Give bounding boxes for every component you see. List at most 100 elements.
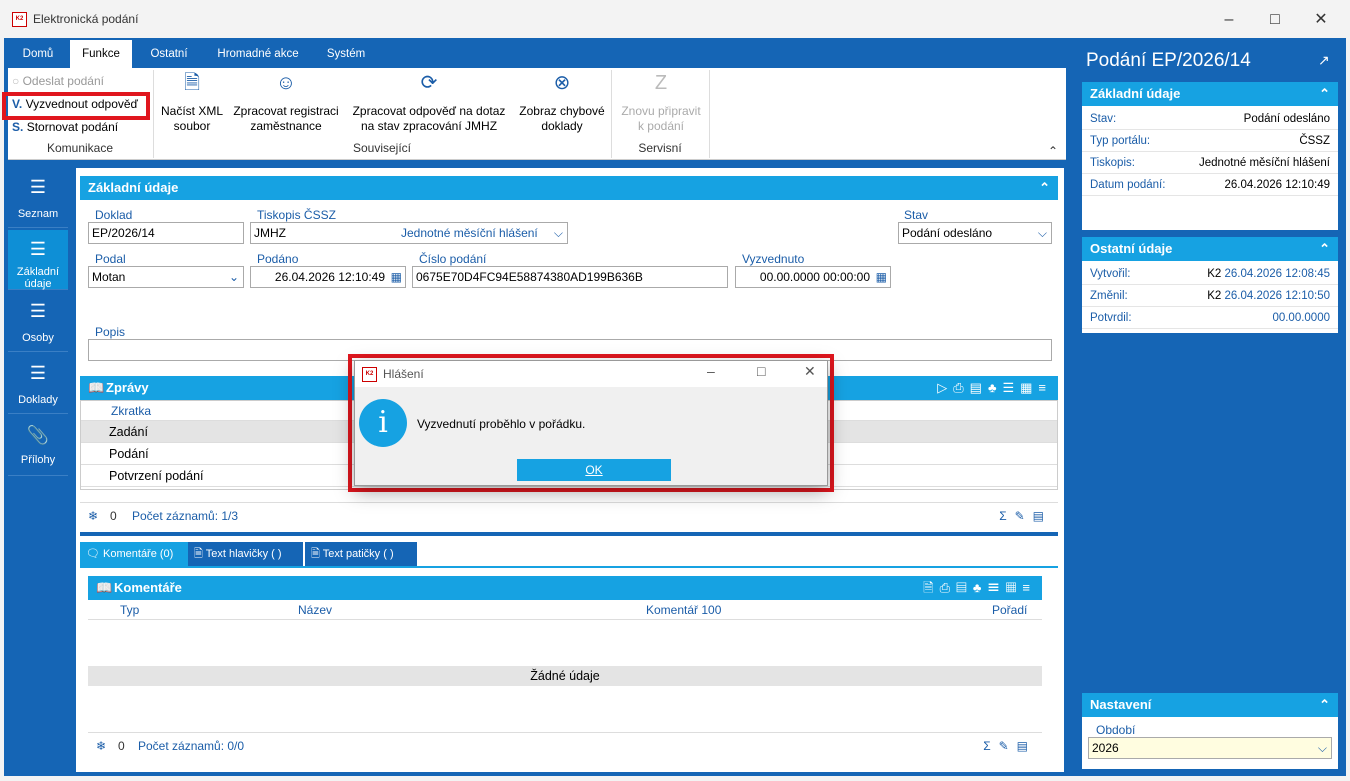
- rp-other-body: Vytvořil: K2 26.04.2026 12:08:45 Změnil: K…: [1082, 261, 1338, 333]
- dialog-maximize-button[interactable]: □: [757, 363, 765, 379]
- calendar-icon[interactable]: ▦: [391, 267, 402, 287]
- podal-label: Podal: [95, 252, 126, 266]
- rp-settings-header: Nastavení ⌃: [1082, 693, 1338, 717]
- podal-select[interactable]: Motan ⌄: [88, 266, 244, 288]
- group-label-komunikace: Komunikace: [46, 141, 114, 155]
- grid-toolbar-icons[interactable]: 🗎⎙▤♣☰▦≡: [923, 576, 1036, 600]
- book-icon: 📖: [96, 580, 113, 595]
- title-bar: [0, 0, 1350, 38]
- document-icon: 🗎: [194, 548, 203, 560]
- empty-data-row: Žádné údaje: [88, 666, 1042, 686]
- rp-row-datum-podani: Datum podání: 26.04.2026 12:10:49: [1082, 174, 1338, 196]
- nav-prilohy[interactable]: 📎 Přílohy: [8, 416, 68, 476]
- snowflake-icon[interactable]: ❄: [96, 733, 106, 759]
- dropdown-icon[interactable]: ⌵: [1318, 738, 1327, 758]
- collapse-icon[interactable]: ⌃: [1319, 693, 1330, 717]
- rp-row-zmenil: Změnil: K2 26.04.2026 12:10:50: [1082, 285, 1338, 307]
- comment-icon: 🗨: [86, 548, 100, 560]
- snowflake-icon[interactable]: ❄: [88, 503, 98, 529]
- dropdown-icon[interactable]: ⌵: [554, 223, 563, 243]
- tab-hromadne-akce[interactable]: Hromadné akce: [206, 40, 310, 68]
- ribbon-separator: [709, 70, 710, 158]
- rp-row-vytvoril: Vytvořil: K2 26.04.2026 12:08:45: [1082, 263, 1338, 285]
- ok-button[interactable]: OK: [517, 459, 671, 481]
- chevron-down-icon[interactable]: ⌄: [229, 267, 239, 287]
- document-icon: 🗎: [311, 548, 320, 560]
- close-button[interactable]: ✕: [1298, 6, 1344, 34]
- info-icon: i: [359, 399, 407, 447]
- error-circle-icon: ⊗: [553, 72, 571, 94]
- stav-select[interactable]: Podání odesláno ⌵: [898, 222, 1052, 244]
- cislo-podani-field[interactable]: 0675E70D4FC94E58874380AD199B636B: [412, 266, 728, 288]
- rp-row-stav: Stav: Podání odesláno: [1082, 108, 1338, 130]
- window-title: Elektronická podání: [33, 12, 139, 26]
- tab-ostatni[interactable]: Ostatní: [136, 40, 202, 68]
- maximize-button[interactable]: □: [1252, 6, 1298, 34]
- collapse-icon[interactable]: ⌃: [1319, 237, 1330, 261]
- dialog-title: Hlášení: [383, 367, 424, 381]
- radio-icon: ○: [12, 74, 20, 88]
- group-label-souvisejici: Související: [352, 141, 412, 155]
- process-registration-button[interactable]: ☺ Zpracovat registraci zaměstnance: [230, 73, 342, 134]
- komentare-status-bar: ❄ 0 Počet záznamů: 0/0 Σ✎▤: [88, 732, 1042, 758]
- dialog-minimize-button[interactable]: –: [707, 363, 715, 379]
- column-header-komentar[interactable]: Komentář 100: [646, 600, 721, 620]
- minimize-button[interactable]: –: [1206, 6, 1252, 34]
- rp-row-tiskopis: Tiskopis: Jednotné měsíční hlášení: [1082, 152, 1338, 174]
- tab-text-paticky[interactable]: 🗎 Text patičky ( ): [305, 542, 417, 566]
- column-header-nazev[interactable]: Název: [298, 600, 332, 620]
- nav-zakladni-udaje[interactable]: ☰ Základní údaje: [8, 230, 68, 290]
- vyzvednuto-field[interactable]: 00.00.0000 00:00:00 ▦: [735, 266, 891, 288]
- sum-edit-icons[interactable]: Σ✎▤: [983, 733, 1036, 759]
- tab-text-hlavicky[interactable]: 🗎 Text hlavičky ( ): [188, 542, 303, 566]
- rp-row-typ-portalu: Typ portálu: ČSSZ: [1082, 130, 1338, 152]
- dialog-close-button[interactable]: ✕: [804, 363, 816, 380]
- rp-row-potvrdil: Potvrdil: 00.00.0000: [1082, 307, 1338, 329]
- sum-edit-icons[interactable]: Σ✎▤: [999, 503, 1052, 529]
- tab-funkce[interactable]: Funkce: [70, 40, 132, 68]
- rp-settings-body: Období 2026 ⌵: [1082, 717, 1338, 769]
- send-submission-button[interactable]: ○ Odeslat podání: [12, 71, 104, 91]
- cancel-submission-button[interactable]: S. Stornovat podání: [12, 117, 118, 137]
- nav-seznam[interactable]: ☰ Seznam: [8, 168, 68, 228]
- load-xml-button[interactable]: 🗎 Načíst XML soubor: [156, 72, 228, 134]
- tab-underline: [80, 566, 1058, 568]
- tiskopis-field[interactable]: JMHZ Jednotné měsíční hlášení ⌵: [250, 222, 568, 244]
- obdobi-select[interactable]: 2026 ⌵: [1088, 737, 1332, 759]
- splitter[interactable]: [80, 532, 1058, 536]
- tab-domu[interactable]: Domů: [8, 40, 68, 68]
- doklad-label: Doklad: [95, 208, 133, 222]
- grid-toolbar-icons[interactable]: ▷⎙▤♣☰▦≡: [937, 376, 1052, 400]
- process-answer-button[interactable]: ⟳ Zpracovat odpověď na dotaz na stav zpra…: [346, 72, 512, 134]
- collapse-ribbon-icon[interactable]: ⌃: [1048, 144, 1058, 158]
- reprepare-button[interactable]: Z Znovu připravit k podání: [614, 73, 708, 134]
- column-header-poradi[interactable]: Pořadí: [992, 600, 1027, 620]
- komentare-header: 📖 Komentáře 🗎⎙▤♣☰▦≡: [88, 576, 1042, 600]
- list-icon: ☰: [29, 239, 47, 259]
- podano-field[interactable]: 26.04.2026 12:10:49 ▦: [250, 266, 406, 288]
- app-logo-icon: K2: [362, 367, 377, 382]
- popout-icon[interactable]: ↗: [1318, 52, 1330, 69]
- xml-file-icon: 🗎: [183, 72, 201, 94]
- tiskopis-label: Tiskopis ČSSZ: [257, 208, 336, 222]
- column-header-typ[interactable]: Typ: [120, 600, 139, 620]
- tab-system[interactable]: Systém: [314, 40, 378, 68]
- collapse-icon[interactable]: ⌃: [1039, 176, 1050, 200]
- ribbon: ○ Odeslat podání V. Vyzvednout odpověď S…: [2, 68, 1066, 160]
- app-logo-icon: K2: [12, 12, 27, 27]
- rp-other-header: Ostatní údaje ⌃: [1082, 237, 1338, 261]
- collapse-icon[interactable]: ⌃: [1319, 82, 1330, 106]
- doklad-field[interactable]: EP/2026/14: [88, 222, 244, 244]
- s-shortcut-icon: S.: [12, 120, 24, 134]
- calendar-icon[interactable]: ▦: [876, 267, 887, 287]
- refresh-icon: ⟳: [420, 72, 438, 94]
- right-panel: Podání EP/2026/14 ↗ Základní údaje ⌃ Stav…: [1078, 40, 1342, 772]
- tab-komentare[interactable]: 🗨 Komentáře (0): [80, 542, 188, 566]
- dropdown-icon[interactable]: ⌵: [1038, 223, 1047, 243]
- list-icon: ☰: [29, 363, 47, 383]
- show-error-docs-button[interactable]: ⊗ Zobraz chybové doklady: [514, 72, 610, 134]
- nav-doklady[interactable]: ☰ Doklady: [8, 354, 68, 414]
- nav-osoby[interactable]: ☰ Osoby: [8, 292, 68, 352]
- basic-section-header: Základní údaje ⌃: [80, 176, 1058, 200]
- dialog-title-bar: K2 Hlášení – □ ✕: [355, 361, 827, 387]
